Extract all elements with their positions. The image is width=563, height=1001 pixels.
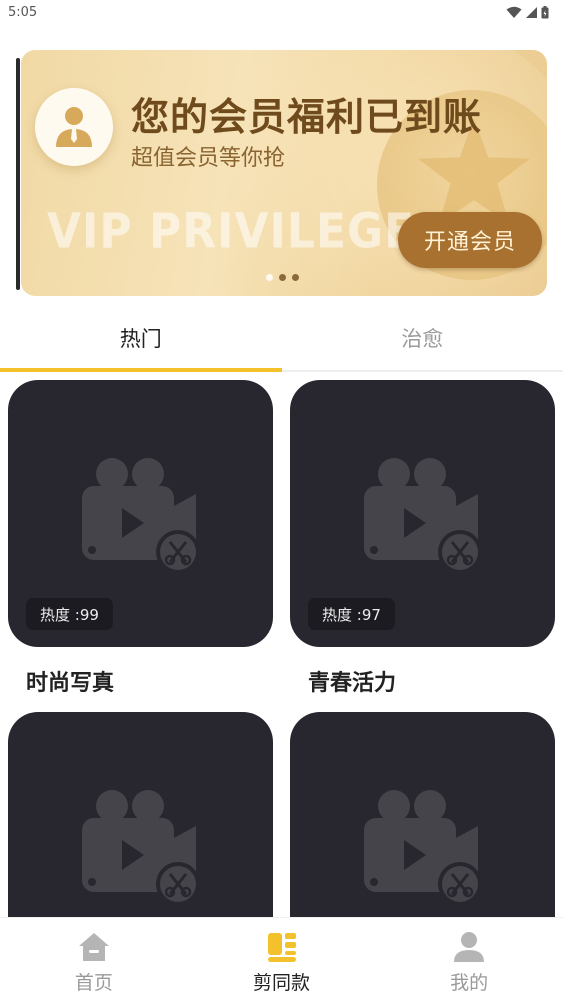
carousel-dot[interactable]	[292, 274, 299, 281]
category-tabs: 热门 治愈	[0, 306, 563, 372]
banner-title: 您的会员福利已到账	[131, 95, 483, 139]
template-grid[interactable]: 热度 :99 时尚写真 热度 :97 青春活力	[0, 374, 563, 917]
template-card[interactable]: 热度 :99 时尚写真	[8, 380, 273, 697]
template-icon	[267, 933, 296, 962]
profile-icon	[454, 932, 485, 962]
tab-healing[interactable]: 治愈	[282, 306, 563, 370]
nav-profile[interactable]: 我的	[375, 918, 563, 1001]
card-title: 时尚写真	[26, 671, 115, 696]
vip-banner[interactable]: 您的会员福利已到账 超值会员等你抢 VIP PRIVILEGE 开通会员	[21, 50, 547, 296]
card-thumbnail[interactable]	[290, 712, 555, 917]
vip-avatar	[35, 88, 113, 166]
nav-template-label: 剪同款	[253, 972, 311, 994]
popularity-badge: 热度 :99	[26, 598, 113, 630]
carousel-dot[interactable]	[279, 274, 286, 281]
previous-banner-edge	[16, 58, 20, 290]
nav-profile-label: 我的	[450, 972, 489, 994]
carousel-dot[interactable]	[266, 274, 273, 281]
tab-hot[interactable]: 热门	[0, 306, 282, 372]
card-title: 青春活力	[308, 671, 397, 696]
video-camera-icon	[82, 790, 200, 906]
video-camera-icon	[82, 458, 200, 574]
status-icons	[506, 5, 549, 19]
template-card[interactable]	[8, 712, 273, 917]
user-icon	[56, 107, 92, 147]
banner-watermark: VIP PRIVILEGE	[47, 203, 416, 260]
nav-template[interactable]: 剪同款	[188, 918, 376, 1001]
wifi-icon	[506, 6, 522, 18]
bottom-navigation: 首页 剪同款 我的	[0, 917, 563, 1001]
card-thumbnail[interactable]: 热度 :99	[8, 380, 273, 647]
battery-icon	[541, 5, 549, 18]
video-camera-icon	[364, 790, 482, 906]
video-camera-icon	[364, 458, 482, 574]
card-thumbnail[interactable]: 热度 :97	[290, 380, 555, 647]
banner-carousel[interactable]: 您的会员福利已到账 超值会员等你抢 VIP PRIVILEGE 开通会员	[16, 50, 547, 296]
nav-home-label: 首页	[74, 972, 113, 994]
status-time: 5:05	[8, 4, 38, 20]
signal-icon	[526, 6, 537, 18]
popularity-badge: 热度 :97	[308, 598, 395, 630]
card-thumbnail[interactable]	[8, 712, 273, 917]
template-card[interactable]: 热度 :97 青春活力	[290, 380, 555, 697]
open-vip-button[interactable]: 开通会员	[398, 212, 542, 268]
banner-subtitle: 超值会员等你抢	[131, 146, 286, 171]
nav-home[interactable]: 首页	[0, 918, 188, 1001]
template-card[interactable]	[290, 712, 555, 917]
carousel-indicator	[266, 274, 299, 281]
status-bar: 5:05	[0, 0, 563, 24]
home-icon	[78, 933, 109, 961]
